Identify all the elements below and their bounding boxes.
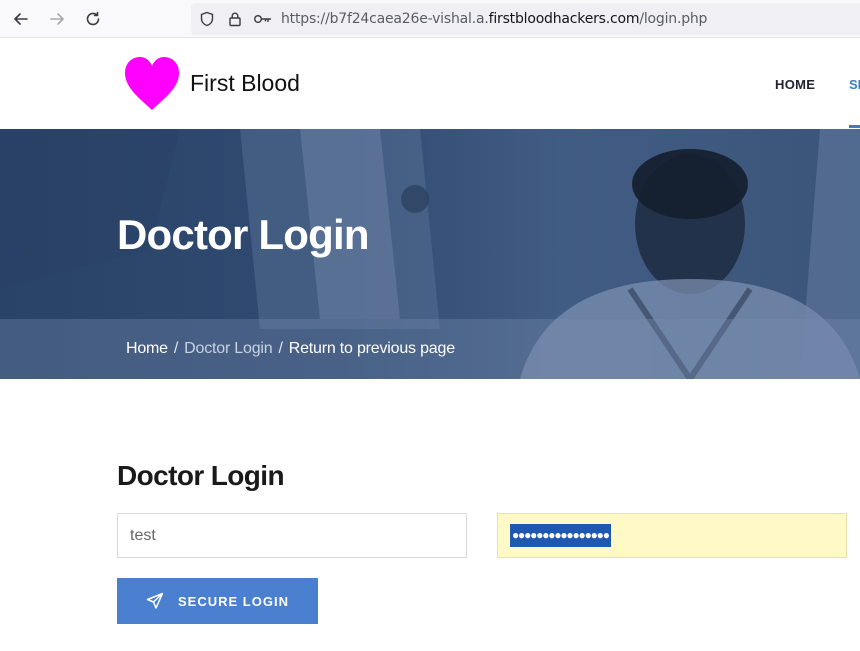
hero-banner: Doctor Login Home / Doctor Login / Return to…: [0, 129, 860, 379]
reload-icon[interactable]: [80, 7, 106, 31]
heart-icon[interactable]: [123, 56, 181, 112]
site-header: First Blood HOME SE: [0, 39, 860, 129]
brand-name[interactable]: First Blood: [190, 70, 300, 97]
password-value-selected[interactable]: ●●●●●●●●●●●●●●●●: [510, 524, 611, 547]
nav-active-indicator: [849, 125, 860, 128]
address-bar[interactable]: https://b7f24caea26e-vishal.a.firstblood…: [191, 3, 860, 35]
breadcrumb-return[interactable]: Return to previous page: [289, 340, 455, 357]
forward-arrow-icon[interactable]: [44, 7, 70, 31]
back-arrow-icon[interactable]: [8, 7, 34, 31]
lock-icon[interactable]: [227, 11, 243, 27]
login-heading: Doctor Login: [117, 460, 285, 491]
browser-toolbar: https://b7f24caea26e-vishal.a.firstblood…: [0, 0, 860, 38]
breadcrumb-current: Doctor Login: [184, 340, 273, 357]
paper-plane-icon: [146, 592, 164, 609]
nav-item-active[interactable]: SE: [849, 77, 860, 92]
shield-icon[interactable]: [199, 11, 215, 27]
secure-login-label: SECURE LOGIN: [178, 593, 289, 609]
breadcrumb-separator: /: [278, 340, 283, 357]
nav-home[interactable]: HOME: [775, 77, 815, 92]
breadcrumb: Home / Doctor Login / Return to previous pag…: [126, 340, 455, 358]
breadcrumb-separator: /: [173, 340, 179, 357]
key-icon[interactable]: [253, 11, 273, 27]
username-input[interactable]: [117, 513, 467, 558]
breadcrumb-home[interactable]: Home: [126, 340, 168, 357]
url-text[interactable]: https://b7f24caea26e-vishal.a.firstblood…: [281, 11, 707, 27]
page-title: Doctor Login: [117, 211, 370, 258]
secure-login-button[interactable]: SECURE LOGIN: [117, 578, 318, 624]
